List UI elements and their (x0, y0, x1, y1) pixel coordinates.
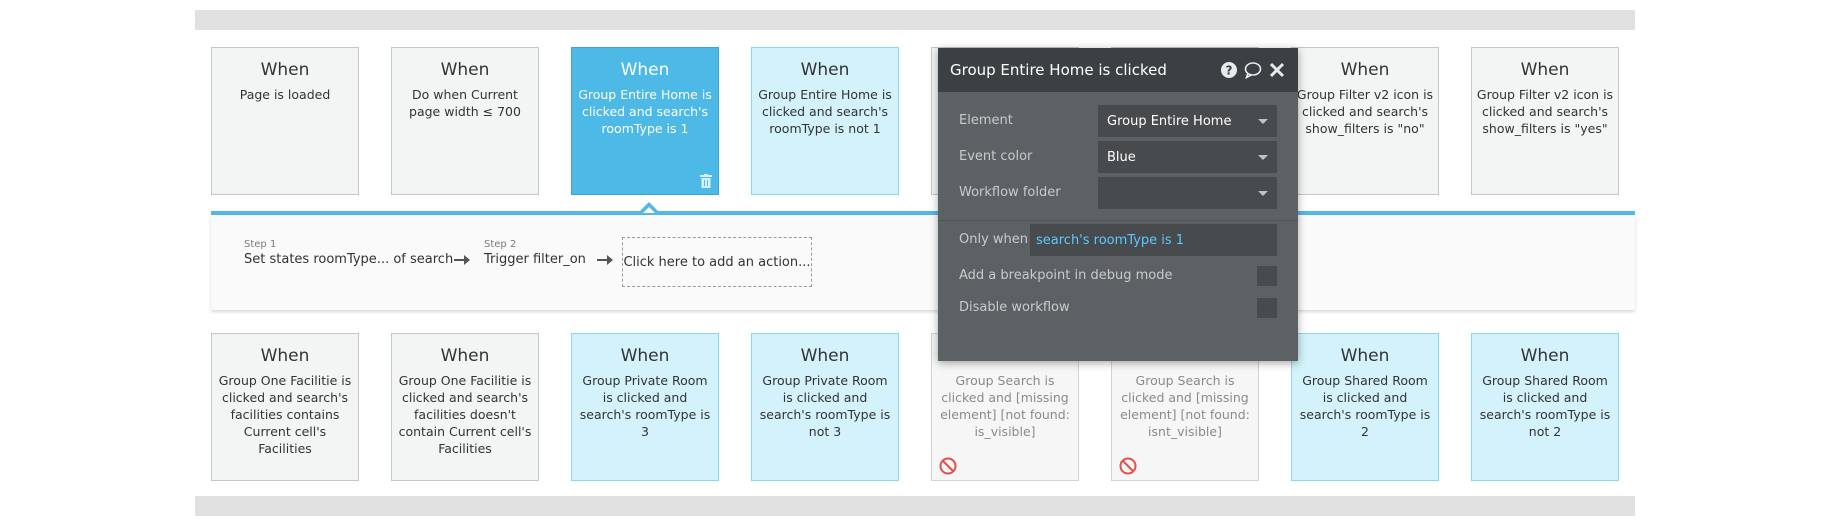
workflow-folder-label: Workflow folder (959, 185, 1061, 200)
event-when-label: When (440, 60, 490, 80)
event-condition: Group Filter v2 icon is clicked and sear… (1296, 87, 1434, 136)
event-when-label: When (1340, 346, 1390, 366)
event-condition: Do when Current page width ≤ 700 (409, 87, 521, 119)
chevron-down-icon (1258, 190, 1268, 196)
chevron-down-icon (1258, 118, 1268, 124)
panel-divider (938, 220, 1298, 221)
event-card-facility-contains[interactable]: When Group One Facilitie is clicked and … (211, 333, 359, 481)
event-when-label: When (1520, 60, 1570, 80)
event-card-private-room-not[interactable]: When Group Private Room is clicked and s… (751, 333, 899, 481)
bottom-scroll-band (195, 496, 1635, 516)
event-color-label: Event color (959, 149, 1033, 164)
no-entry-icon (939, 457, 957, 475)
event-when-label: When (260, 346, 310, 366)
event-card-facility-not-contains[interactable]: When Group One Facilitie is clicked and … (391, 333, 539, 481)
event-condition: Group Shared Room is clicked and search'… (1299, 373, 1431, 439)
breakpoint-checkbox[interactable] (1257, 266, 1277, 286)
workflow-actions-strip: Step 1 Set states roomType... of search … (211, 215, 1635, 310)
event-color-dropdown[interactable]: Blue (1098, 141, 1277, 173)
event-properties-panel: Group Entire Home is clicked ? Element G… (938, 48, 1298, 361)
help-icon[interactable]: ? (1220, 61, 1238, 79)
event-condition: Group Private Room is clicked and search… (579, 373, 711, 439)
only-when-expression[interactable]: search's roomType is 1 (1030, 224, 1277, 256)
event-when-label: When (1520, 346, 1570, 366)
event-card-shared-room-not[interactable]: When Group Shared Room is clicked and se… (1471, 333, 1619, 481)
arrow-right-icon (597, 255, 613, 265)
event-condition: Group Shared Room is clicked and search'… (1479, 373, 1611, 439)
event-card-shared-room[interactable]: When Group Shared Room is clicked and se… (1291, 333, 1439, 481)
workflow-step-1[interactable]: Step 1 Set states roomType... of search (244, 239, 453, 267)
event-color-value: Blue (1107, 149, 1136, 165)
only-when-label: Only when (959, 232, 1029, 247)
event-condition: Group Entire Home is clicked and search'… (758, 87, 892, 136)
workflow-step-2[interactable]: Step 2 Trigger filter_on (484, 239, 586, 267)
step-number: Step 1 (244, 239, 277, 250)
event-when-label: When (800, 60, 850, 80)
event-condition: Group Entire Home is clicked and search'… (578, 87, 712, 136)
event-when-label: When (260, 60, 310, 80)
top-scroll-band (195, 10, 1635, 30)
event-condition: Group One Facilitie is clicked and searc… (398, 373, 532, 456)
event-when-label: When (620, 346, 670, 366)
element-dropdown[interactable]: Group Entire Home (1098, 105, 1277, 137)
element-label: Element (959, 113, 1013, 128)
event-card-private-room[interactable]: When Group Private Room is clicked and s… (571, 333, 719, 481)
event-card-page-loaded[interactable]: When Page is loaded (211, 47, 359, 195)
event-condition: Group Filter v2 icon is clicked and sear… (1476, 87, 1614, 136)
event-card-page-width[interactable]: When Do when Current page width ≤ 700 (391, 47, 539, 195)
trash-icon[interactable] (700, 174, 712, 188)
event-condition: Group Private Room is clicked and search… (759, 373, 891, 439)
workflow-pointer-inner (643, 207, 655, 213)
event-card-entire-home-not[interactable]: When Group Entire Home is clicked and se… (751, 47, 899, 195)
step-label: Trigger filter_on (484, 252, 586, 267)
step-label: Set states roomType... of search (244, 252, 454, 267)
arrow-right-icon (454, 255, 470, 265)
breakpoint-label: Add a breakpoint in debug mode (959, 268, 1173, 283)
event-when-label: When (620, 60, 670, 80)
event-when-label: When (1340, 60, 1390, 80)
workflow-folder-dropdown[interactable] (1098, 177, 1277, 209)
event-condition: Group Search is clicked and [missing ele… (1120, 373, 1250, 439)
close-icon[interactable] (1268, 61, 1286, 79)
event-when-label: When (800, 346, 850, 366)
no-entry-icon (1119, 457, 1137, 475)
event-condition: Page is loaded (239, 87, 331, 102)
svg-text:?: ? (1226, 64, 1233, 78)
event-card-filter-no[interactable]: When Group Filter v2 icon is clicked and… (1291, 47, 1439, 195)
panel-header: Group Entire Home is clicked ? (938, 48, 1298, 92)
panel-title: Group Entire Home is clicked (950, 61, 1167, 79)
event-condition: Group Search is clicked and [missing ele… (940, 373, 1070, 439)
comment-icon[interactable] (1244, 61, 1262, 79)
event-condition: Group One Facilitie is clicked and searc… (218, 373, 352, 456)
disable-workflow-label: Disable workflow (959, 300, 1070, 315)
disable-workflow-checkbox[interactable] (1257, 298, 1277, 318)
event-when-label: When (440, 346, 490, 366)
step-number: Step 2 (484, 239, 517, 250)
element-dropdown-value: Group Entire Home (1107, 113, 1232, 129)
event-card-entire-home-selected[interactable]: When Group Entire Home is clicked and se… (571, 47, 719, 195)
add-action-button[interactable]: Click here to add an action... (622, 237, 812, 287)
event-card-filter-yes[interactable]: When Group Filter v2 icon is clicked and… (1471, 47, 1619, 195)
chevron-down-icon (1258, 154, 1268, 160)
